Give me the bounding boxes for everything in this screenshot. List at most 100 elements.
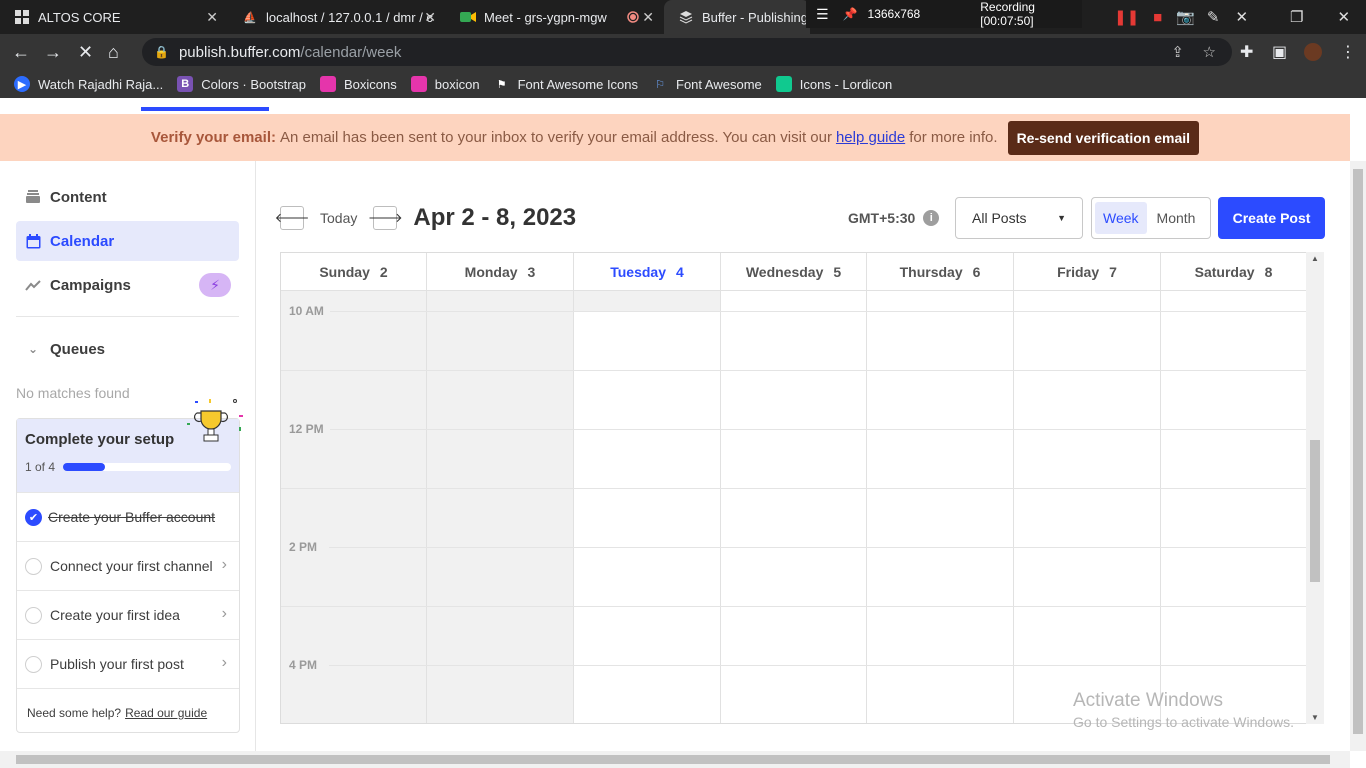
create-post-button[interactable]: Create Post — [1218, 197, 1325, 239]
step-label: Publish your first post — [50, 656, 184, 672]
date-range: Apr 2 - 8, 2023 — [413, 204, 577, 231]
bookmark-label: Icons - Lordicon — [799, 76, 893, 92]
circle-icon — [25, 655, 42, 673]
hscroll-thumb[interactable] — [16, 755, 1330, 764]
scroll-up-icon[interactable]: ▲ — [1311, 254, 1319, 263]
day-column[interactable] — [721, 291, 867, 723]
sidebar-item-label: Content — [50, 188, 107, 206]
setup-step[interactable]: Connect your first channel › — [17, 541, 239, 590]
day-date: 7 — [1109, 263, 1117, 280]
pause-icon[interactable]: ❚❚ — [1114, 8, 1139, 26]
bookmark-item[interactable]: B Colors · Bootstrap — [177, 76, 306, 92]
restore-icon[interactable]: ❐ — [1290, 8, 1303, 26]
day-column[interactable] — [867, 291, 1014, 723]
queues-label: Queues — [50, 340, 106, 358]
arrow-left-icon[interactable]: 🡐 — [275, 206, 309, 230]
check-icon: ✔ — [25, 508, 42, 526]
view-toggle: Week Month — [1091, 197, 1211, 239]
read-guide-link[interactable]: Read our guide — [125, 706, 207, 720]
avatar[interactable] — [1304, 43, 1322, 61]
grid-icon — [14, 9, 30, 25]
arrow-right-icon[interactable]: 🡒 — [368, 206, 403, 230]
tab-altos-core[interactable]: ALTOS CORE ✕ — [0, 0, 228, 34]
forward-icon[interactable]: → — [44, 42, 62, 63]
chevron-right-icon: › — [221, 605, 227, 622]
day-column[interactable] — [1161, 291, 1307, 723]
setup-step[interactable]: Publish your first post › — [17, 639, 239, 688]
day-name: Tuesday — [610, 263, 666, 280]
stop-icon[interactable]: ■ — [1153, 9, 1162, 26]
help-guide-link[interactable]: help guide — [836, 129, 905, 146]
day-header: Saturday 8 — [1161, 253, 1307, 291]
bootstrap-icon: B — [177, 76, 194, 92]
day-name: Sunday — [319, 263, 370, 280]
calendar-scrollbar[interactable]: ▲ ▼ — [1306, 252, 1324, 724]
bookmark-item[interactable]: Boxicons — [320, 76, 397, 92]
tab-meet[interactable]: Meet - grs-ygpn-mgw ✕ — [446, 0, 664, 34]
info-icon[interactable]: i — [923, 210, 940, 226]
verify-email-banner: Verify your email: An email has been sen… — [0, 114, 1350, 161]
close-icon[interactable]: ✕ — [424, 9, 436, 26]
day-column[interactable] — [1014, 291, 1161, 723]
sidebar-item-label: Campaigns — [50, 276, 131, 294]
day-header: Wednesday 5 — [721, 253, 867, 291]
setup-checklist: Complete your setup 1 of 4 ✔ Create your… — [16, 399, 243, 733]
day-header: Thursday 6 — [867, 253, 1014, 291]
resend-verification-button[interactable]: Re-send verification email — [1007, 120, 1200, 155]
pen-icon[interactable]: ✎ — [1207, 8, 1220, 26]
setup-step[interactable]: ✔ Create your Buffer account — [17, 492, 239, 541]
page-scrollbar[interactable] — [1350, 161, 1366, 751]
close-icon[interactable]: ✕ — [1235, 8, 1248, 26]
setup-step[interactable]: Create your first idea › — [17, 590, 239, 639]
play-icon: ▶ — [14, 76, 30, 92]
tab-phpmyadmin[interactable]: ⛵ localhost / 127.0.0.1 / dmr / c ✕ — [228, 0, 446, 34]
more-icon[interactable]: ⋮ — [1340, 42, 1356, 62]
hour-line — [329, 547, 1323, 548]
loading-indicator — [141, 107, 269, 111]
sidebar-item-content[interactable]: Content — [16, 177, 239, 217]
day-column[interactable] — [574, 291, 721, 723]
back-icon[interactable]: ← — [12, 42, 30, 63]
watermark-title: Activate Windows — [1073, 690, 1223, 711]
close-icon[interactable]: ✕ — [642, 9, 654, 26]
tab-buffer[interactable]: Buffer - Publishing — [664, 0, 810, 34]
url-bar[interactable]: 🔒 publish.buffer.com /calendar/week ⇪ ☆ — [142, 38, 1232, 66]
lock-icon: 🔒 — [154, 45, 169, 59]
sidebar-item-calendar[interactable]: Calendar — [16, 221, 239, 261]
pin-icon[interactable]: 📌 — [843, 7, 858, 21]
bookmark-item[interactable]: ⚐ Font Awesome — [652, 76, 762, 92]
day-header: Monday 3 — [427, 253, 574, 291]
bookmark-item[interactable]: ▶ Watch Rajadhi Raja... — [14, 76, 163, 92]
close-icon[interactable]: ✕ — [206, 9, 218, 26]
menu-icon[interactable]: ☰ — [816, 6, 829, 23]
scroll-thumb[interactable] — [1310, 440, 1320, 582]
lightning-icon: ⚡ — [199, 273, 231, 297]
page-scroll-thumb[interactable] — [1353, 169, 1363, 734]
share-icon[interactable]: ⇪ — [1171, 43, 1184, 61]
boxicon-icon — [410, 76, 427, 92]
horizontal-scrollbar[interactable] — [0, 751, 1350, 768]
setup-header: Complete your setup 1 of 4 — [17, 399, 243, 492]
step-label: Connect your first channel — [50, 558, 213, 574]
post-filter-select[interactable]: All Posts ▼ — [955, 197, 1083, 239]
bookmark-item[interactable]: boxicon — [410, 76, 480, 92]
sidepanel-icon[interactable]: ▣ — [1272, 42, 1287, 62]
week-view-button[interactable]: Week — [1095, 202, 1147, 234]
queues-toggle[interactable]: ⌄ Queues — [16, 329, 239, 369]
close-window-icon[interactable]: ✕ — [1337, 8, 1350, 26]
day-column[interactable] — [427, 291, 574, 723]
month-view-button[interactable]: Month — [1157, 210, 1196, 226]
home-icon[interactable]: ⌂ — [108, 42, 119, 63]
bookmark-item[interactable]: ⚑ Font Awesome Icons — [494, 76, 638, 92]
stop-loading-icon[interactable]: ✕ — [78, 42, 93, 63]
extensions-icon[interactable]: ✚ — [1240, 42, 1253, 62]
scroll-down-icon[interactable]: ▼ — [1311, 713, 1319, 722]
bookmark-item[interactable]: Icons - Lordicon — [775, 76, 893, 92]
today-button[interactable]: Today — [320, 210, 357, 226]
star-icon[interactable]: ☆ — [1203, 43, 1216, 61]
no-matches-text: No matches found — [16, 385, 130, 401]
camera-icon[interactable]: 📷 — [1176, 8, 1195, 26]
setup-progress-fill — [63, 463, 106, 471]
sidebar-item-campaigns[interactable]: Campaigns ⚡ — [16, 265, 239, 305]
divider — [16, 316, 239, 317]
